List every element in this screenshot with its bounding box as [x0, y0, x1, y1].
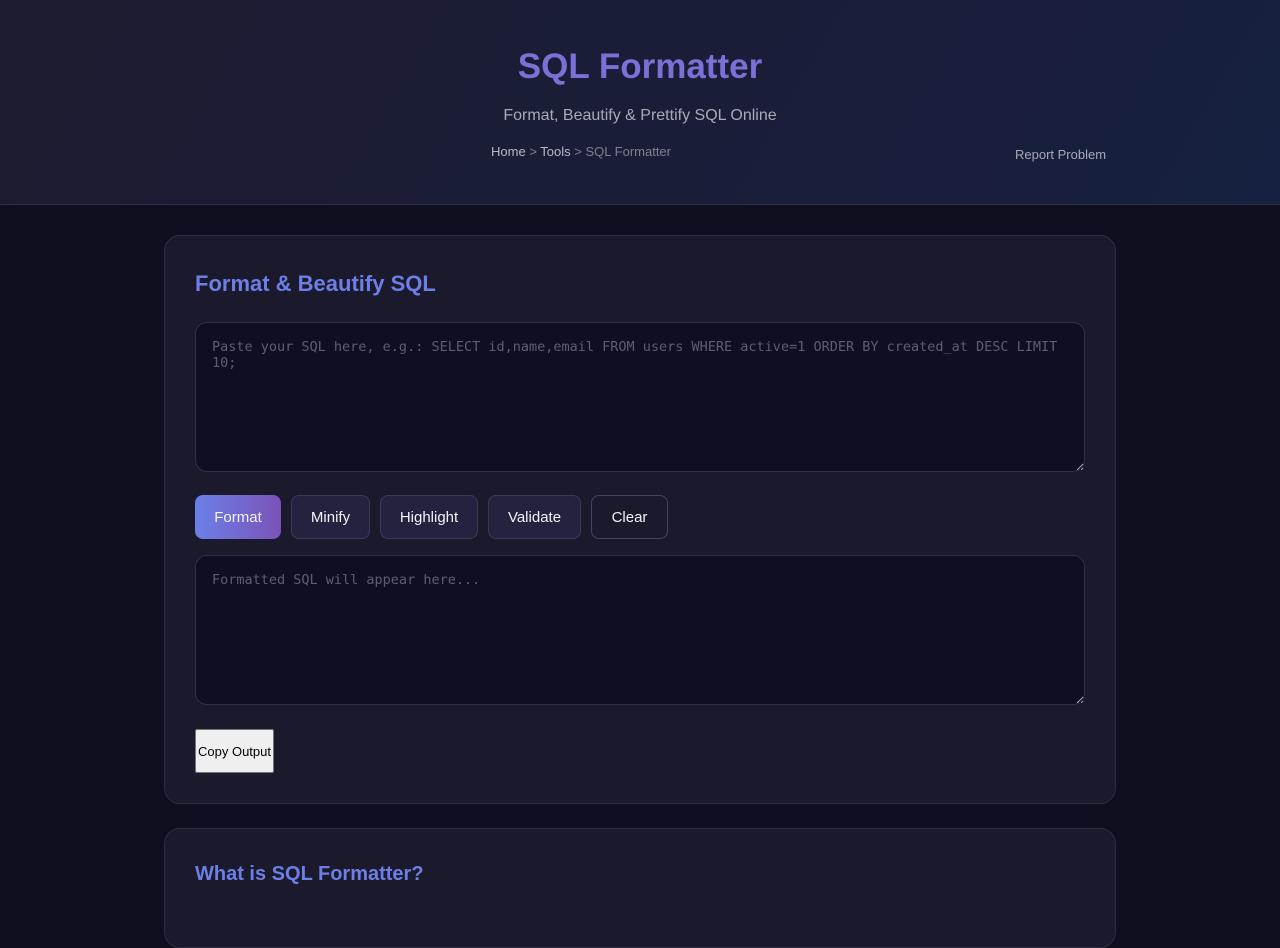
formatter-heading: Format & Beautify SQL: [195, 271, 436, 296]
info-heading: What is SQL Formatter?: [195, 863, 424, 885]
page-subtitle: Format, Beautify & Prettify SQL Online: [503, 107, 777, 124]
copy-output-button[interactable]: Copy Output: [195, 729, 274, 773]
breadcrumb-separator: >: [574, 144, 582, 159]
format-button[interactable]: Format: [195, 495, 281, 539]
page-header: SQL Formatter Format, Beautify & Prettif…: [0, 0, 1280, 205]
validate-button[interactable]: Validate: [488, 495, 581, 539]
breadcrumb-current: SQL Formatter: [585, 144, 671, 159]
sql-output[interactable]: [195, 555, 1085, 705]
minify-button[interactable]: Minify: [291, 495, 370, 539]
page-title: SQL Formatter: [517, 47, 763, 86]
breadcrumb-home-link[interactable]: Home: [491, 144, 526, 159]
report-problem-link[interactable]: Report Problem: [1015, 147, 1106, 162]
formatter-card: Format & Beautify SQL Format Minify High…: [164, 235, 1116, 804]
sql-input[interactable]: [195, 322, 1085, 472]
breadcrumb-separator: >: [529, 144, 537, 159]
clear-button[interactable]: Clear: [591, 495, 668, 539]
breadcrumb: Home > Tools > SQL Formatter: [491, 144, 671, 159]
breadcrumb-tools-link[interactable]: Tools: [540, 144, 570, 159]
info-card: What is SQL Formatter?: [164, 828, 1116, 948]
highlight-button[interactable]: Highlight: [380, 495, 478, 539]
